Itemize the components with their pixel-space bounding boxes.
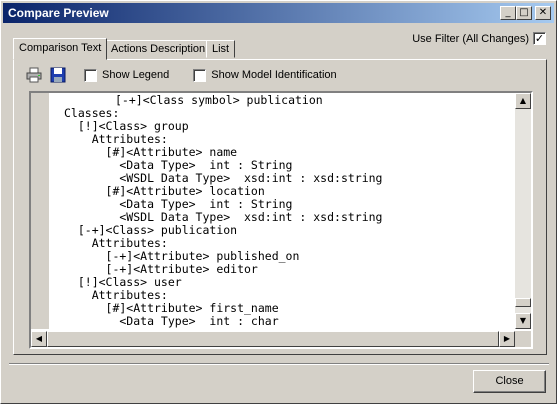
floppy-disk-icon[interactable] — [50, 67, 66, 83]
show-legend-checkbox[interactable] — [84, 68, 97, 82]
show-legend-option[interactable]: Show Legend — [84, 68, 170, 82]
scroll-down-button[interactable]: ▼ — [515, 313, 531, 329]
compare-preview-window: Compare Preview _ □ ✕ Use Filter (All Ch… — [0, 0, 557, 404]
scrollbar-corner — [515, 331, 531, 347]
preview-toolbar: Show Legend Show Model Identification — [26, 65, 351, 85]
maximize-button[interactable]: □ — [516, 6, 532, 20]
close-button[interactable]: Close — [473, 370, 546, 393]
use-filter-option[interactable]: Use Filter (All Changes) ✓ — [412, 32, 546, 45]
show-model-id-checkbox[interactable] — [193, 68, 207, 82]
tab-actions-description[interactable]: Actions Description — [105, 40, 212, 58]
use-filter-checkbox[interactable]: ✓ — [533, 32, 546, 45]
tab-list[interactable]: List — [206, 40, 236, 58]
tab-comparison-text[interactable]: Comparison Text — [13, 38, 108, 60]
horizontal-scroll-thumb[interactable] — [47, 331, 499, 347]
text-gutter — [31, 93, 49, 329]
vertical-scrollbar[interactable]: ▲ ▼ — [515, 93, 531, 329]
scroll-right-button[interactable]: ▶ — [499, 331, 515, 347]
comparison-text-panel: Show Legend Show Model Identification [-… — [13, 59, 547, 355]
minimize-button[interactable]: _ — [500, 6, 516, 20]
use-filter-label: Use Filter (All Changes) — [412, 32, 529, 45]
comparison-text-content: [-+]<Class symbol> publication Classes: [… — [49, 93, 515, 330]
comparison-text-view[interactable]: [-+]<Class symbol> publication Classes: [… — [29, 91, 533, 349]
footer-separator — [9, 363, 549, 365]
title-bar[interactable]: Compare Preview _ □ ✕ — [3, 3, 554, 23]
vertical-scroll-thumb[interactable] — [515, 298, 531, 307]
show-legend-label: Show Legend — [102, 69, 170, 81]
close-window-button[interactable]: ✕ — [535, 6, 551, 20]
scroll-left-button[interactable]: ◀ — [31, 331, 47, 347]
show-model-id-label: Show Model Identification — [211, 69, 337, 81]
scroll-up-button[interactable]: ▲ — [515, 93, 531, 109]
text-line: <WSDL Data Type> xsd:int : xsd:string — [49, 328, 515, 330]
printer-icon[interactable] — [26, 67, 42, 83]
horizontal-scrollbar[interactable]: ◀ ▶ — [31, 331, 515, 347]
window-title: Compare Preview — [8, 6, 109, 20]
show-model-id-option[interactable]: Show Model Identification — [193, 68, 337, 82]
